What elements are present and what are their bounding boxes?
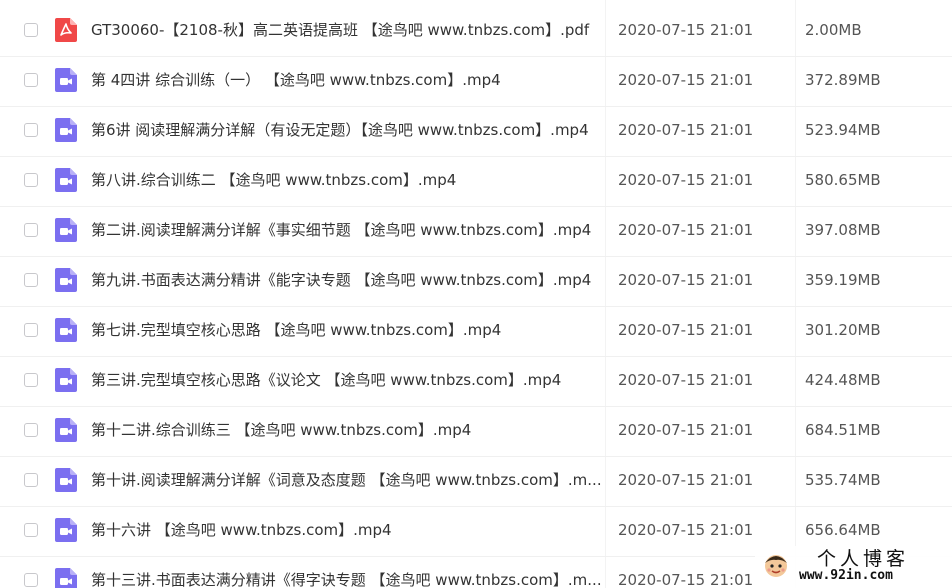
row-checkbox[interactable]	[24, 473, 38, 487]
row-checkbox[interactable]	[24, 73, 38, 87]
file-date: 2020-07-15 21:01	[618, 171, 754, 189]
video-file-icon	[55, 468, 77, 492]
file-row[interactable]: GT30060-【2108-秋】高二英语提高班 【途鸟吧 www.tnbzs.c…	[0, 7, 952, 57]
file-name[interactable]: 第三讲.完型填空核心思路《议论文 【途鸟吧 www.tnbzs.com】.mp4	[91, 370, 603, 390]
file-name[interactable]: 第八讲.综合训练二 【途鸟吧 www.tnbzs.com】.mp4	[91, 170, 603, 190]
file-size: 523.94MB	[805, 121, 881, 139]
row-checkbox[interactable]	[24, 173, 38, 187]
file-size: 535.74MB	[805, 471, 881, 489]
file-name[interactable]: 第6讲 阅读理解满分详解（有设无定题）【途鸟吧 www.tnbzs.com】.m…	[91, 120, 603, 140]
file-row[interactable]: 第6讲 阅读理解满分详解（有设无定题）【途鸟吧 www.tnbzs.com】.m…	[0, 107, 952, 157]
file-size: 301.20MB	[805, 321, 881, 339]
video-file-icon	[55, 518, 77, 542]
row-checkbox[interactable]	[24, 323, 38, 337]
watermark-title: 个人博客	[817, 548, 910, 570]
row-checkbox[interactable]	[24, 573, 38, 587]
file-name[interactable]: 第十讲.阅读理解满分详解《词意及态度题 【途鸟吧 www.tnbzs.com】.…	[91, 470, 603, 490]
file-list: GT30060-【2108-秋】高二英语提高班 【途鸟吧 www.tnbzs.c…	[0, 0, 952, 588]
file-row[interactable]: 第三讲.完型填空核心思路《议论文 【途鸟吧 www.tnbzs.com】.mp4…	[0, 357, 952, 407]
file-name[interactable]: 第二讲.阅读理解满分详解《事实细节题 【途鸟吧 www.tnbzs.com】.m…	[91, 220, 603, 240]
file-date: 2020-07-15 21:01	[618, 471, 754, 489]
file-size: 359.19MB	[805, 271, 881, 289]
row-checkbox[interactable]	[24, 223, 38, 237]
video-file-icon	[55, 568, 77, 588]
video-file-icon	[55, 118, 77, 142]
row-checkbox[interactable]	[24, 23, 38, 37]
file-date: 2020-07-15 21:01	[618, 421, 754, 439]
video-file-icon	[55, 68, 77, 92]
file-date: 2020-07-15 21:01	[618, 221, 754, 239]
file-name[interactable]: 第九讲.书面表达满分精讲《能字诀专题 【途鸟吧 www.tnbzs.com】.m…	[91, 270, 603, 290]
file-size: 2.00MB	[805, 21, 862, 39]
file-name[interactable]: GT30060-【2108-秋】高二英语提高班 【途鸟吧 www.tnbzs.c…	[91, 20, 603, 40]
file-date: 2020-07-15 21:01	[618, 271, 754, 289]
avatar-icon	[761, 551, 791, 581]
row-checkbox[interactable]	[24, 123, 38, 137]
file-name[interactable]: 第七讲.完型填空核心思路 【途鸟吧 www.tnbzs.com】.mp4	[91, 320, 603, 340]
file-date: 2020-07-15 21:01	[618, 321, 754, 339]
file-row[interactable]: 第八讲.综合训练二 【途鸟吧 www.tnbzs.com】.mp4 2020-07…	[0, 157, 952, 207]
file-size: 424.48MB	[805, 371, 881, 389]
row-checkbox[interactable]	[24, 273, 38, 287]
file-row[interactable]: 第十二讲.综合训练三 【途鸟吧 www.tnbzs.com】.mp4 2020-0…	[0, 407, 952, 457]
row-checkbox[interactable]	[24, 373, 38, 387]
file-date: 2020-07-15 21:01	[618, 21, 754, 39]
watermark-url: www.92in.com	[799, 568, 893, 583]
video-file-icon	[55, 168, 77, 192]
file-name[interactable]: 第十二讲.综合训练三 【途鸟吧 www.tnbzs.com】.mp4	[91, 420, 603, 440]
file-name[interactable]: 第十六讲 【途鸟吧 www.tnbzs.com】.mp4	[91, 520, 603, 540]
video-file-icon	[55, 218, 77, 242]
file-name[interactable]: 第 4四讲 综合训练（一） 【途鸟吧 www.tnbzs.com】.mp4	[91, 70, 603, 90]
file-date: 2020-07-15 21:01	[618, 121, 754, 139]
row-checkbox[interactable]	[24, 423, 38, 437]
file-date: 2020-07-15 21:01	[618, 371, 754, 389]
file-size: 397.08MB	[805, 221, 881, 239]
file-row[interactable]: 第七讲.完型填空核心思路 【途鸟吧 www.tnbzs.com】.mp4 2020…	[0, 307, 952, 357]
file-size: 580.65MB	[805, 171, 881, 189]
video-file-icon	[55, 318, 77, 342]
row-checkbox[interactable]	[24, 523, 38, 537]
video-file-icon	[55, 268, 77, 292]
file-date: 2020-07-15 21:01	[618, 521, 754, 539]
video-file-icon	[55, 418, 77, 442]
pdf-file-icon	[55, 18, 77, 42]
file-row[interactable]: 第二讲.阅读理解满分详解《事实细节题 【途鸟吧 www.tnbzs.com】.m…	[0, 207, 952, 257]
file-size: 684.51MB	[805, 421, 881, 439]
file-date: 2020-07-15 21:01	[618, 71, 754, 89]
file-size: 372.89MB	[805, 71, 881, 89]
file-size: 656.64MB	[805, 521, 881, 539]
file-row[interactable]: 第九讲.书面表达满分精讲《能字诀专题 【途鸟吧 www.tnbzs.com】.m…	[0, 257, 952, 307]
file-date: 2020-07-15 21:01	[618, 571, 754, 588]
file-name[interactable]: 第十三讲.书面表达满分精讲《得字诀专题 【途鸟吧 www.tnbzs.com】.…	[91, 570, 603, 588]
file-row[interactable]: 第 4四讲 综合训练（一） 【途鸟吧 www.tnbzs.com】.mp4 202…	[0, 57, 952, 107]
file-row[interactable]: 第十讲.阅读理解满分详解《词意及态度题 【途鸟吧 www.tnbzs.com】.…	[0, 457, 952, 507]
video-file-icon	[55, 368, 77, 392]
watermark: 个人博客 www.92in.com	[755, 546, 952, 588]
